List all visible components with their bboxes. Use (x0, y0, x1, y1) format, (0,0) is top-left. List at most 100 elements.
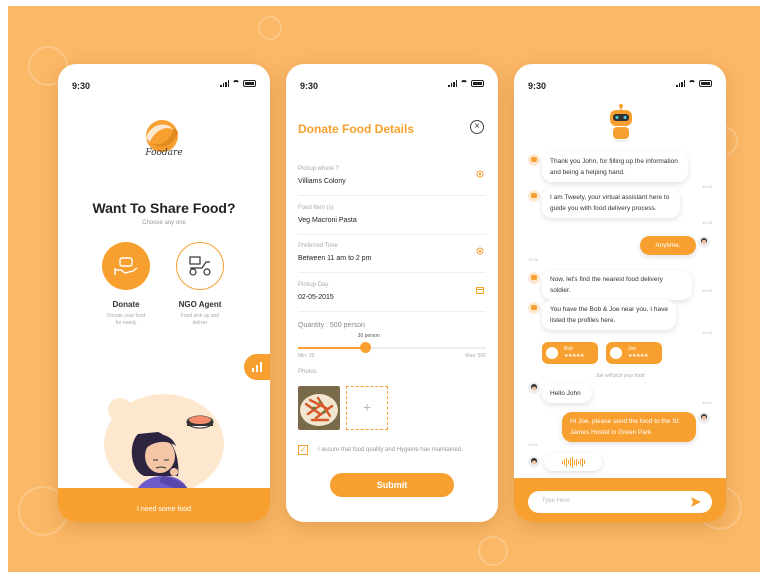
screen-donate-details: 9:30 Donate Food Details × Pickup where … (286, 64, 498, 522)
field-label: Pickup where ? (298, 166, 340, 172)
donate-desc-line1: Donate your food (106, 313, 146, 319)
field-value: Between 11 am to 2 pm (298, 255, 372, 262)
chat-message: Now, let's find the nearest food deliver… (542, 270, 692, 300)
chat-message: Thank you John, for filling up the infor… (542, 152, 688, 182)
location-icon[interactable] (476, 170, 484, 178)
status-bar: 9:30 (300, 78, 484, 92)
quantity-slider-fill (298, 347, 366, 349)
scooter-icon (176, 242, 224, 290)
signal-icon (220, 80, 229, 87)
bot-avatar (528, 190, 540, 202)
agent-card-bob[interactable]: Bob ★★★★★ (542, 342, 598, 364)
brand-name: Foodare (145, 148, 183, 158)
rating-stars: ★★★★★ (628, 353, 648, 359)
need-food-bar[interactable]: I need some food (58, 488, 270, 522)
agent-name: Joe (628, 346, 637, 352)
preferred-time-field[interactable]: Preferred Time Between 11 am to 2 pm (298, 243, 486, 273)
calendar-icon[interactable] (476, 286, 484, 294)
bot-avatar (528, 154, 540, 166)
quantity-min: Min: 20 (298, 353, 315, 359)
message-time: 10:36 (701, 220, 712, 225)
quantity-label: Quantity : 500 person (298, 322, 365, 329)
assurance-checkbox[interactable]: ✓ (298, 445, 308, 455)
rating-stars: ★★★★★ (564, 353, 584, 359)
wifi-icon (460, 80, 468, 87)
donate-desc-line2: for needy (115, 320, 137, 326)
field-label: Food Item (s) (298, 205, 334, 211)
agent-avatar (528, 382, 540, 394)
message-time: 10:41 (701, 400, 712, 405)
message-input[interactable]: Type Here (528, 491, 712, 513)
user-avatar (698, 236, 710, 248)
close-icon[interactable]: × (470, 120, 484, 134)
wifi-icon (688, 80, 696, 87)
message-time: 10:39 (701, 288, 712, 293)
screen-share-food: 9:30 Foodare Want To Share Food? Choose … (58, 64, 270, 522)
chart-icon (252, 362, 262, 372)
quantity-slider-knob[interactable] (360, 342, 372, 353)
donate-food-icon (102, 242, 150, 290)
field-label: Pickup Day (298, 282, 329, 288)
wifi-icon (232, 80, 240, 87)
message-input-placeholder: Type Here (542, 498, 570, 504)
send-icon[interactable] (690, 496, 702, 508)
status-time: 9:30 (72, 81, 91, 91)
ngo-desc-line2: deliver (192, 320, 208, 326)
stats-tab-button[interactable] (244, 354, 270, 380)
signal-icon (448, 80, 457, 87)
ngo-agent-option[interactable]: NGO Agent Food pick up and deliver (160, 242, 240, 327)
field-value: 02-05-2015 (298, 294, 334, 301)
field-value: Veg Macroni Pasta (298, 217, 357, 224)
pasta-photo[interactable] (298, 386, 340, 430)
agent-avatar (610, 347, 622, 359)
chat-message-outgoing: Hi Joe, please send the food to the St. … (562, 412, 696, 442)
pickup-where-field[interactable]: Pickup where ? Villiams Colony (298, 166, 486, 196)
quantity-max: Max: 500 (465, 353, 486, 359)
pick-note: Joe will pick your food (595, 373, 645, 379)
message-time: 10:36 (528, 257, 539, 262)
field-value: Villiams Colony (298, 178, 346, 185)
chat-message: Hello John (542, 384, 592, 403)
page-title: Want To Share Food? (92, 200, 236, 216)
message-time: 10:36 (701, 184, 712, 189)
status-time: 9:30 (528, 81, 547, 91)
quantity-slider-value: 30 person (357, 333, 380, 339)
chat-message-outgoing: Anytime. (640, 236, 696, 255)
agent-card-joe[interactable]: Joe ★★★★★ (606, 342, 662, 364)
robot-assistant-icon (610, 104, 632, 142)
need-food-label: I need some food (136, 506, 192, 513)
photos-label: Photos (298, 369, 317, 375)
user-avatar (698, 412, 710, 424)
battery-icon (243, 80, 256, 87)
food-item-field[interactable]: Food Item (s) Veg Macroni Pasta (298, 205, 486, 235)
signal-icon (676, 80, 685, 87)
donate-label: Donate (112, 300, 140, 309)
agent-name: Bob (564, 346, 573, 352)
quantity-slider-track[interactable] (298, 347, 486, 349)
add-photo-button[interactable]: + (346, 386, 388, 430)
screen-chat: 9:30 Thank you John, for filling up the … (514, 64, 726, 522)
assurance-text: I assure that food quality and Hygiene h… (318, 447, 463, 453)
voice-message-button[interactable] (544, 453, 602, 471)
ngo-agent-label: NGO Agent (178, 300, 222, 309)
submit-button[interactable]: Submit (330, 473, 454, 497)
ngo-desc-line1: Food pick up and (180, 313, 220, 319)
chat-message: I am Tweety, your virtual assistant here… (542, 188, 680, 218)
agent-avatar (528, 456, 540, 468)
location-icon[interactable] (476, 247, 484, 255)
battery-icon (471, 80, 484, 87)
message-time: 10:41 (528, 442, 539, 447)
status-bar: 9:30 (72, 78, 256, 92)
field-label: Preferred Time (298, 243, 338, 249)
message-time: 10:40 (701, 330, 712, 335)
bot-avatar (528, 302, 540, 314)
pickup-day-field[interactable]: Pickup Day 02-05-2015 (298, 282, 486, 312)
page-subtitle: Choose any one (142, 220, 186, 226)
bot-avatar (528, 272, 540, 284)
chat-message: You have the Bob & Joe near you. I have … (542, 300, 676, 330)
battery-icon (699, 80, 712, 87)
status-bar: 9:30 (528, 78, 712, 92)
donate-option[interactable]: Donate Donate your food for needy (86, 242, 166, 327)
status-time: 9:30 (300, 81, 319, 91)
page-title: Donate Food Details (298, 122, 415, 136)
